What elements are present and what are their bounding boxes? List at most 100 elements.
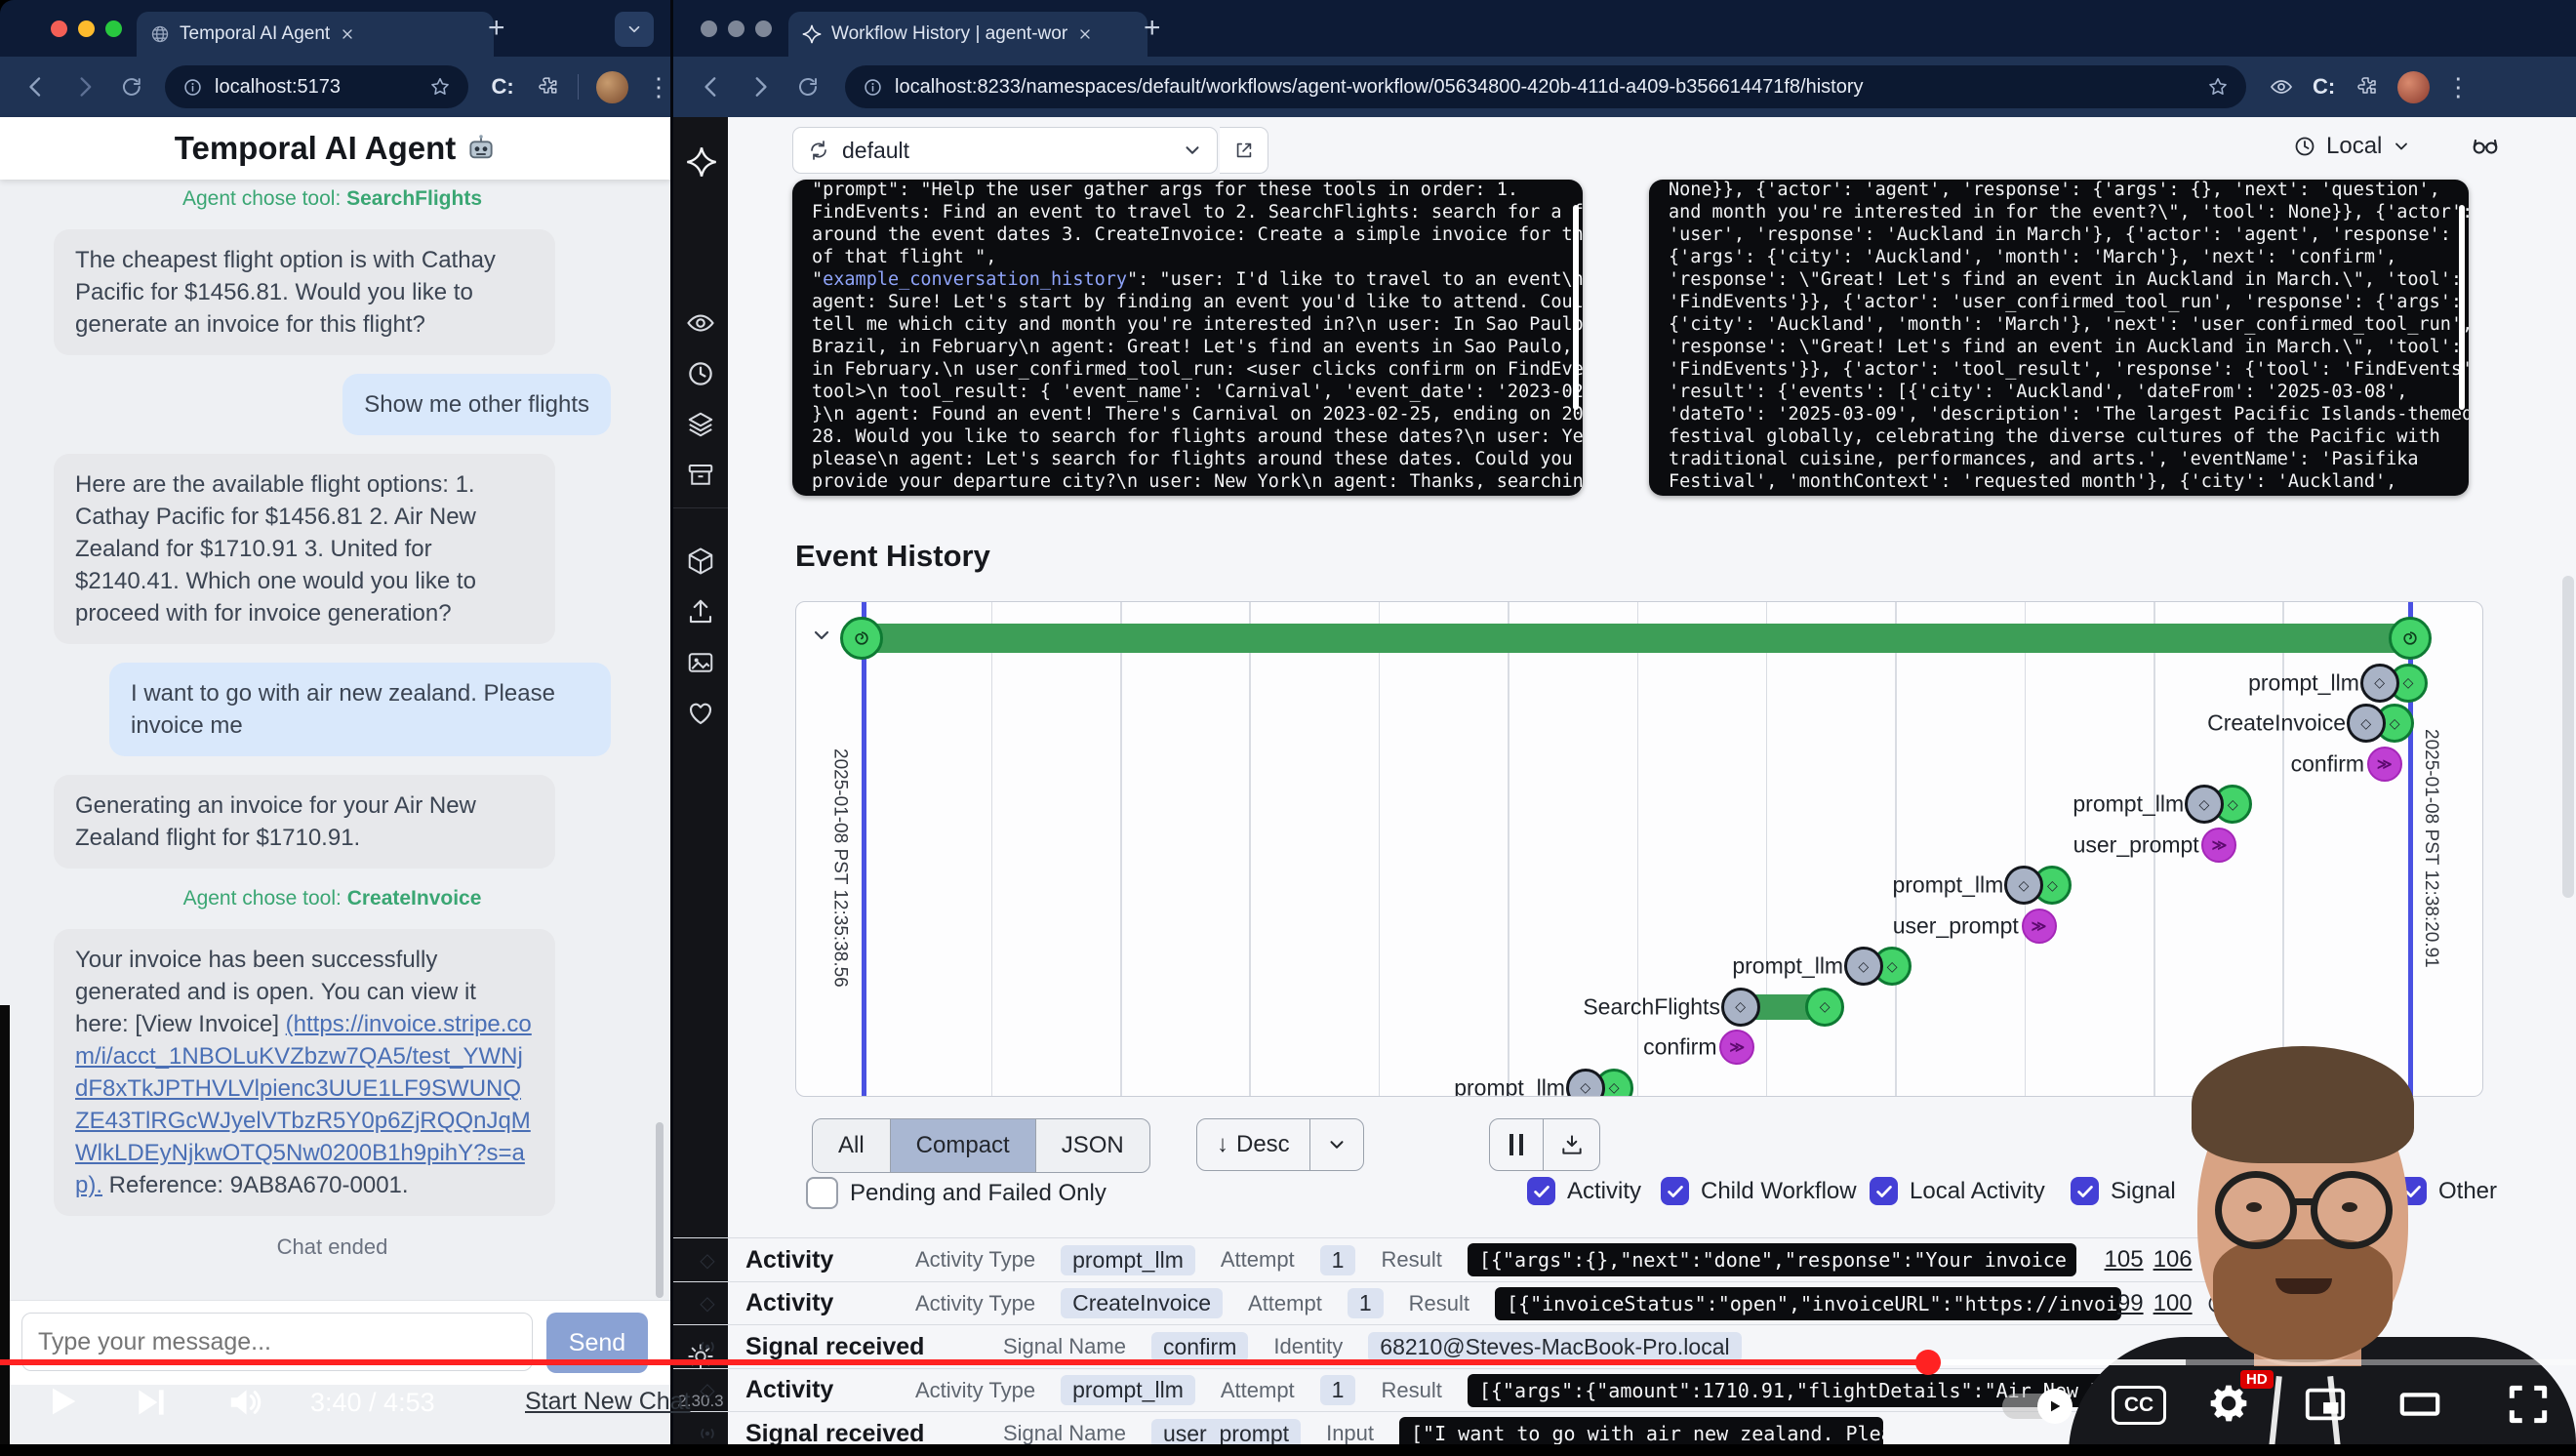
tab-close-icon[interactable] (1077, 26, 1093, 42)
start-new-chat-link[interactable]: Start New Chat (525, 1388, 691, 1416)
signal-marker[interactable]: ≫ (2201, 828, 2236, 863)
activity-scheduled-marker[interactable]: ◇ (1844, 947, 1883, 986)
extensions-puzzle-icon[interactable] (2355, 75, 2378, 99)
extension-eye-icon[interactable] (2270, 75, 2293, 99)
tab-close-icon[interactable] (340, 26, 355, 42)
video-progress-bar[interactable] (0, 1359, 2576, 1365)
workflow-input-json[interactable]: "prompt": "Help the user gather args for… (792, 180, 1583, 496)
import-icon[interactable] (686, 597, 715, 627)
pause-button[interactable] (1489, 1118, 1544, 1171)
tab-search-button[interactable] (615, 12, 654, 47)
signal-marker[interactable]: ≫ (1719, 1030, 1754, 1065)
page-scrollbar[interactable] (2562, 576, 2574, 898)
bookmark-star-icon[interactable] (2207, 76, 2229, 98)
view-option-compact[interactable]: Compact (890, 1119, 1035, 1172)
next-button[interactable] (133, 1384, 170, 1421)
extensions-puzzle-icon[interactable] (536, 75, 559, 99)
close-window-button[interactable] (701, 20, 717, 37)
activity-scheduled-marker[interactable]: ◇ (2347, 704, 2386, 743)
reload-button[interactable] (796, 75, 820, 99)
invoice-link[interactable]: (https://invoice.stripe.com/i/acct_1NBOL… (75, 1011, 532, 1198)
timeline-row-prompt_llm[interactable]: ◇◇prompt_llm (796, 947, 2482, 987)
zoom-window-button[interactable] (755, 20, 772, 37)
extension-c-icon[interactable]: C: (2313, 74, 2335, 100)
timeline-row-prompt_llm[interactable]: ◇◇prompt_llm (796, 663, 2482, 703)
fullscreen-button[interactable] (2504, 1380, 2553, 1429)
sort-desc-button[interactable]: ↓ Desc (1197, 1131, 1309, 1158)
theater-mode-button[interactable] (2396, 1382, 2443, 1427)
activity-scheduled-marker[interactable]: ◇ (1566, 1069, 1605, 1098)
timeline-row-confirm[interactable]: ≫confirm (796, 744, 2482, 784)
autoplay-toggle[interactable] (2002, 1394, 2069, 1419)
back-button[interactable] (23, 74, 49, 100)
activity-completed-marker[interactable]: ◇ (1805, 988, 1844, 1027)
workflows-icon[interactable] (686, 308, 715, 338)
forward-button[interactable] (72, 74, 98, 100)
view-option-all[interactable]: All (813, 1119, 890, 1172)
close-window-button[interactable] (51, 20, 67, 37)
minimize-window-button[interactable] (78, 20, 95, 37)
play-button[interactable] (43, 1382, 82, 1421)
codec-icon[interactable] (686, 546, 715, 576)
extension-c-icon[interactable]: C: (492, 74, 514, 100)
tab-workflow-history[interactable]: Workflow History | agent-wor (788, 12, 1147, 57)
timeline-row-user_prompt[interactable]: ≫user_prompt (796, 825, 2482, 865)
minimize-window-button[interactable] (728, 20, 745, 37)
new-tab-button[interactable]: + (488, 12, 505, 45)
workflow-end-marker[interactable] (2389, 617, 2432, 660)
labs-glasses-icon[interactable] (2471, 131, 2500, 160)
reload-button[interactable] (120, 75, 143, 99)
activity-scheduled-marker[interactable]: ◇ (1721, 988, 1760, 1027)
sort-chevron-button[interactable] (1310, 1134, 1363, 1155)
site-info-icon[interactable] (182, 77, 203, 98)
favorites-icon[interactable] (686, 699, 715, 728)
code-right-scrollbar[interactable] (2459, 205, 2465, 410)
timeline-row-prompt_llm[interactable]: ◇◇prompt_llm (796, 866, 2482, 906)
back-button[interactable] (699, 74, 724, 100)
signal-marker[interactable]: ≫ (2367, 747, 2402, 782)
temporal-logo-icon[interactable] (686, 146, 717, 178)
tab-temporal-ai-agent[interactable]: Temporal AI Agent (137, 12, 494, 57)
chat-scrollbar[interactable] (656, 1122, 664, 1298)
activity-scheduled-marker[interactable]: ◇ (2185, 785, 2224, 824)
conversation-history-json[interactable]: None}}, {'actor': 'agent', 'response': {… (1649, 180, 2469, 496)
cc-button[interactable]: CC (2112, 1386, 2166, 1425)
namespace-select[interactable]: default (792, 127, 1218, 174)
profile-avatar[interactable] (596, 71, 628, 103)
timeline-row-CreateInvoice[interactable]: ◇◇CreateInvoice (796, 704, 2482, 744)
workflow-start-marker[interactable] (840, 617, 883, 660)
code-left-scrollbar[interactable] (1573, 205, 1579, 410)
site-info-icon[interactable] (863, 77, 883, 98)
forward-button[interactable] (747, 74, 773, 100)
download-button[interactable] (1544, 1118, 1600, 1171)
zoom-window-button[interactable] (105, 20, 122, 37)
timeline-collapse-chevron-icon[interactable] (810, 624, 833, 647)
browser-menu-icon[interactable]: ⋮ (646, 72, 671, 102)
activity-scheduled-marker[interactable]: ◇ (2004, 866, 2043, 905)
namespace-open-button[interactable] (1220, 127, 1268, 174)
bookmark-star-icon[interactable] (429, 76, 451, 98)
view-option-json[interactable]: JSON (1035, 1119, 1149, 1172)
schedules-icon[interactable] (686, 359, 715, 388)
new-tab-button[interactable]: + (1144, 12, 1161, 45)
signal-marker[interactable]: ≫ (2022, 909, 2057, 944)
address-bar[interactable]: localhost:5173 (165, 65, 467, 108)
filter-checkbox-activity[interactable]: Activity (1527, 1177, 1641, 1205)
namespaces-icon[interactable] (686, 410, 715, 439)
activity-scheduled-marker[interactable]: ◇ (2360, 664, 2399, 703)
timeline-row-user_prompt[interactable]: ≫user_prompt (796, 906, 2482, 946)
miniplayer-button[interactable] (2303, 1382, 2348, 1427)
sort-control[interactable]: ↓ Desc (1196, 1118, 1364, 1171)
workflow-execution-bar[interactable] (862, 624, 2409, 653)
profile-avatar[interactable] (2397, 71, 2430, 103)
video-scrubber-handle[interactable] (1915, 1350, 1941, 1375)
address-bar[interactable]: localhost:8233/namespaces/default/workfl… (845, 65, 2246, 108)
filter-checkbox-child-workflow[interactable]: Child Workflow (1661, 1177, 1857, 1205)
archive-icon[interactable] (686, 461, 715, 490)
browser-menu-icon[interactable]: ⋮ (2445, 72, 2471, 102)
timezone-select[interactable]: Local (2293, 133, 2411, 160)
timeline-row-prompt_llm[interactable]: ◇◇prompt_llm (796, 785, 2482, 825)
volume-icon[interactable] (226, 1384, 263, 1421)
feedback-icon[interactable] (686, 648, 715, 677)
namespace-icon (807, 139, 830, 162)
